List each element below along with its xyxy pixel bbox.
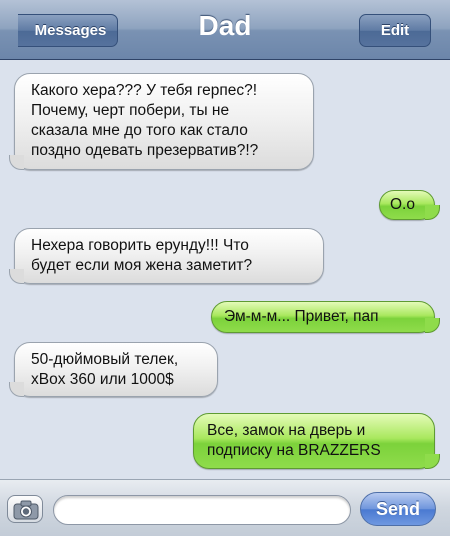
message-text-field[interactable] [53, 495, 351, 525]
camera-button[interactable] [7, 495, 43, 523]
send-button[interactable]: Send [360, 492, 436, 526]
sent-message-bubble: Все, замок на дверь и подписку на BRAZZE… [193, 413, 440, 469]
edit-button-label: Edit [380, 22, 410, 39]
send-button-label: Send [375, 499, 420, 519]
sent-message-bubble: Эм-м-м... Привет, пап [211, 301, 440, 333]
received-message-bubble: Какого хера??? У тебя герпес?! Почему, ч… [9, 73, 314, 170]
navigation-bar: Messages Dad Edit [0, 0, 450, 60]
message-input-bar: Send [0, 479, 450, 536]
message-thread[interactable]: Какого хера??? У тебя герпес?! Почему, ч… [0, 61, 450, 479]
received-message-bubble: Нехера говорить ерунду!!! Что будет если… [9, 228, 324, 284]
sent-message-bubble: О.о [379, 190, 440, 220]
received-message-bubble: 50-дюймовый телек, xBox 360 или 1000$ [9, 342, 218, 397]
camera-icon [13, 500, 39, 520]
edit-button[interactable]: Edit [359, 14, 431, 47]
